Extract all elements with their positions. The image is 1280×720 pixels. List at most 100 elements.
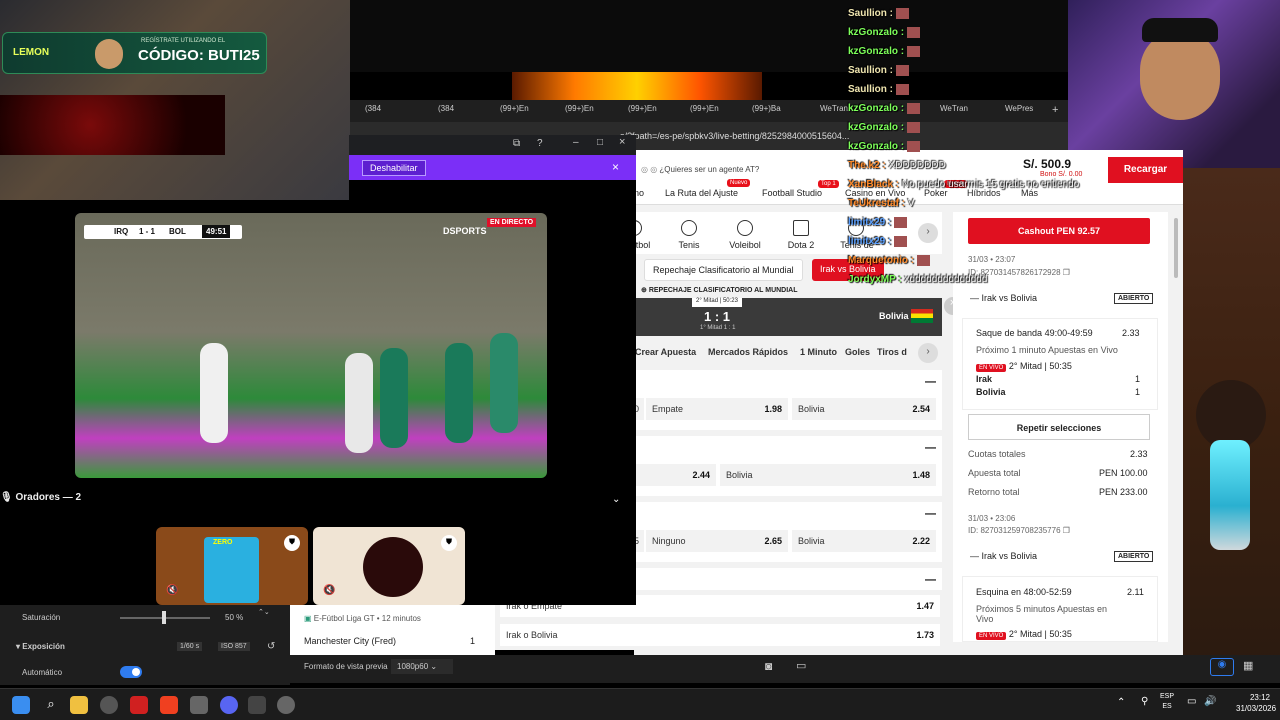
odd-button-ninguno[interactable]: Ninguno 2.65 [646,530,788,552]
popout-icon[interactable]: ⧉ [513,138,520,149]
network-icon[interactable]: ⚲ [1141,696,1148,707]
app-icon[interactable] [190,696,208,714]
discord-icon[interactable] [220,696,238,714]
odd-button-irak-bolivia[interactable]: Irak o Bolivia 1.73 [500,624,940,646]
minus-icon[interactable]: — [970,551,982,561]
stream-video[interactable] [75,213,547,478]
help-icon[interactable]: ? [537,138,543,149]
reset-icon[interactable]: ↺ [267,641,275,652]
chat-username: The.k2 : [848,160,886,171]
browser-tab[interactable]: (384 [438,104,454,113]
event-team[interactable]: Manchester City (Fred) [304,636,396,646]
chat-username: JordyxMP : [848,274,902,285]
emote-icon [907,122,921,133]
chat-username: kzGonzalo : [848,122,905,134]
eye-icon[interactable]: ◉ [1210,658,1234,676]
browser-tab[interactable]: (99+)En [565,104,594,113]
browser-tab[interactable]: (99+)En [690,104,719,113]
chat-line: limitx29 : [848,236,908,247]
tab-tiros[interactable]: Tiros d [877,347,907,357]
chat-username: kzGonzalo : [848,27,905,39]
bet-market: Esquina en 48:00-52:59 [976,587,1072,597]
collapse-icon[interactable]: — [925,508,936,520]
maximize-icon[interactable]: □ [597,137,603,148]
chat-username: Marquetonio : [848,255,915,267]
collapse-icon[interactable]: — [925,376,936,388]
volleyball-icon[interactable] [737,220,753,236]
volume-icon[interactable]: 🔊 [1204,696,1216,707]
url-text[interactable]: s/?fpath=/es-pe/spbkv3/live-betting/8252… [620,131,849,141]
app-icon[interactable] [130,696,148,714]
bet-desc: Próximos 5 minutos Apuestas en Vivo [976,604,1108,624]
browser-tab[interactable]: (99+)En [500,104,529,113]
bet-odd: 2.11 [1127,587,1144,597]
emote-icon [917,255,931,266]
chevron-up-icon[interactable]: ⌃ [1117,697,1125,708]
auto-toggle[interactable] [120,666,142,678]
nav-item-ruta[interactable]: La Ruta del Ajuste [665,188,738,198]
file-explorer-icon[interactable] [70,696,88,714]
chevron-down-icon[interactable]: ⌄ [612,494,620,505]
app-icon[interactable] [248,696,266,714]
windows-start-icon[interactable] [12,696,30,714]
exposure-label[interactable]: ▾ Exposición [16,642,65,651]
lemon-promo-code: CÓDIGO: BUTI25 [138,47,260,64]
close-icon[interactable]: × [612,160,619,174]
dota-icon[interactable] [793,220,809,236]
media-player-icon[interactable] [277,696,295,714]
agent-prompt[interactable]: ◎ ◎ ¿Quieres ser un agente AT? [641,165,759,174]
odd-button-bolivia[interactable]: Bolivia 2.54 [792,398,936,420]
scrollbar[interactable] [1174,218,1178,278]
close-icon[interactable]: × [619,136,625,148]
monitor-icon[interactable]: ▭ [1187,696,1196,707]
saturation-value[interactable]: 50 % [225,613,243,622]
disable-button[interactable]: Deshabilitar [362,160,426,176]
copy-icon[interactable]: ❐ [1063,526,1070,535]
taskbar-clock[interactable]: 23:12 31/03/2026 [1236,692,1276,714]
speaker-tile[interactable]: ZERO ⛊ 🔇 [156,527,308,605]
tab-crear-apuesta[interactable]: Crear Apuesta [635,347,696,357]
saturation-slider-handle[interactable] [162,611,166,624]
tab-mercados-rapidos[interactable]: Mercados Rápidos [708,347,788,357]
browser-tab[interactable]: (99+)En [628,104,657,113]
folder-icon[interactable]: ▭ [796,659,806,672]
speaker-tile[interactable]: ⛊ 🔇 [313,527,465,605]
sport-tenis[interactable]: Tenis [664,240,714,250]
tab-goles[interactable]: Goles [845,347,870,357]
odd-button-bolivia[interactable]: Bolivia 2.22 [792,530,936,552]
pill-competition[interactable]: Repechaje Clasificatorio al Mundial [644,259,803,281]
sport-dota2[interactable]: Dota 2 [776,240,826,250]
chat-line: XanBlack : No puedo usarmis 15 gratis no… [848,179,1079,190]
recharge-button[interactable]: Recargar [1108,157,1183,183]
grid-icon[interactable]: ▦ [1243,659,1253,672]
preview-format-select[interactable]: 1080p60 ⌄ [391,659,453,674]
brave-icon[interactable] [160,696,178,714]
minimize-icon[interactable]: – [573,137,579,148]
collapse-icon[interactable]: — [925,442,936,454]
browser-tab[interactable]: (99+)Ba [752,104,781,113]
emote-icon [907,27,921,38]
collapse-icon[interactable]: — [925,574,936,586]
camera-icon[interactable]: ◙ [765,659,772,673]
repeat-selections-button[interactable]: Repetir selecciones [968,414,1150,440]
chat-line: The.k2 : XDDDDDDD [848,160,946,171]
search-icon[interactable]: ⌕ [42,696,60,714]
chevron-right-icon[interactable]: › [918,343,938,363]
tennis-icon[interactable] [681,220,697,236]
nav-item-football-studio[interactable]: Football Studio [762,188,822,198]
odd-button[interactable]: 2.44 [634,464,716,486]
browser-tab[interactable]: WeTran [820,104,848,113]
tab-1-minuto[interactable]: 1 Minuto [800,347,837,357]
stepper-icon[interactable]: ⌃⌄ [258,608,270,616]
obs-icon[interactable] [100,696,118,714]
bet-live-row: EN VIVO 2° Mitad | 50:35 [976,629,1072,640]
odd-button-bolivia[interactable]: Bolivia 1.48 [720,464,936,486]
odd-button-empate[interactable]: Empate 1.98 [646,398,788,420]
bet-market: Saque de banda 49:00-49:59 [976,328,1093,338]
sport-voleibol[interactable]: Voleibol [720,240,770,250]
bet-match[interactable]: — Irak vs Bolivia [970,551,1037,561]
language-indicator[interactable]: ESP ES [1160,692,1174,712]
market-card: — 0 Empate 1.98 Bolivia 2.54 [634,370,942,430]
chat-username: Saullion : [848,84,893,96]
browser-tab[interactable]: (384 [365,104,381,113]
